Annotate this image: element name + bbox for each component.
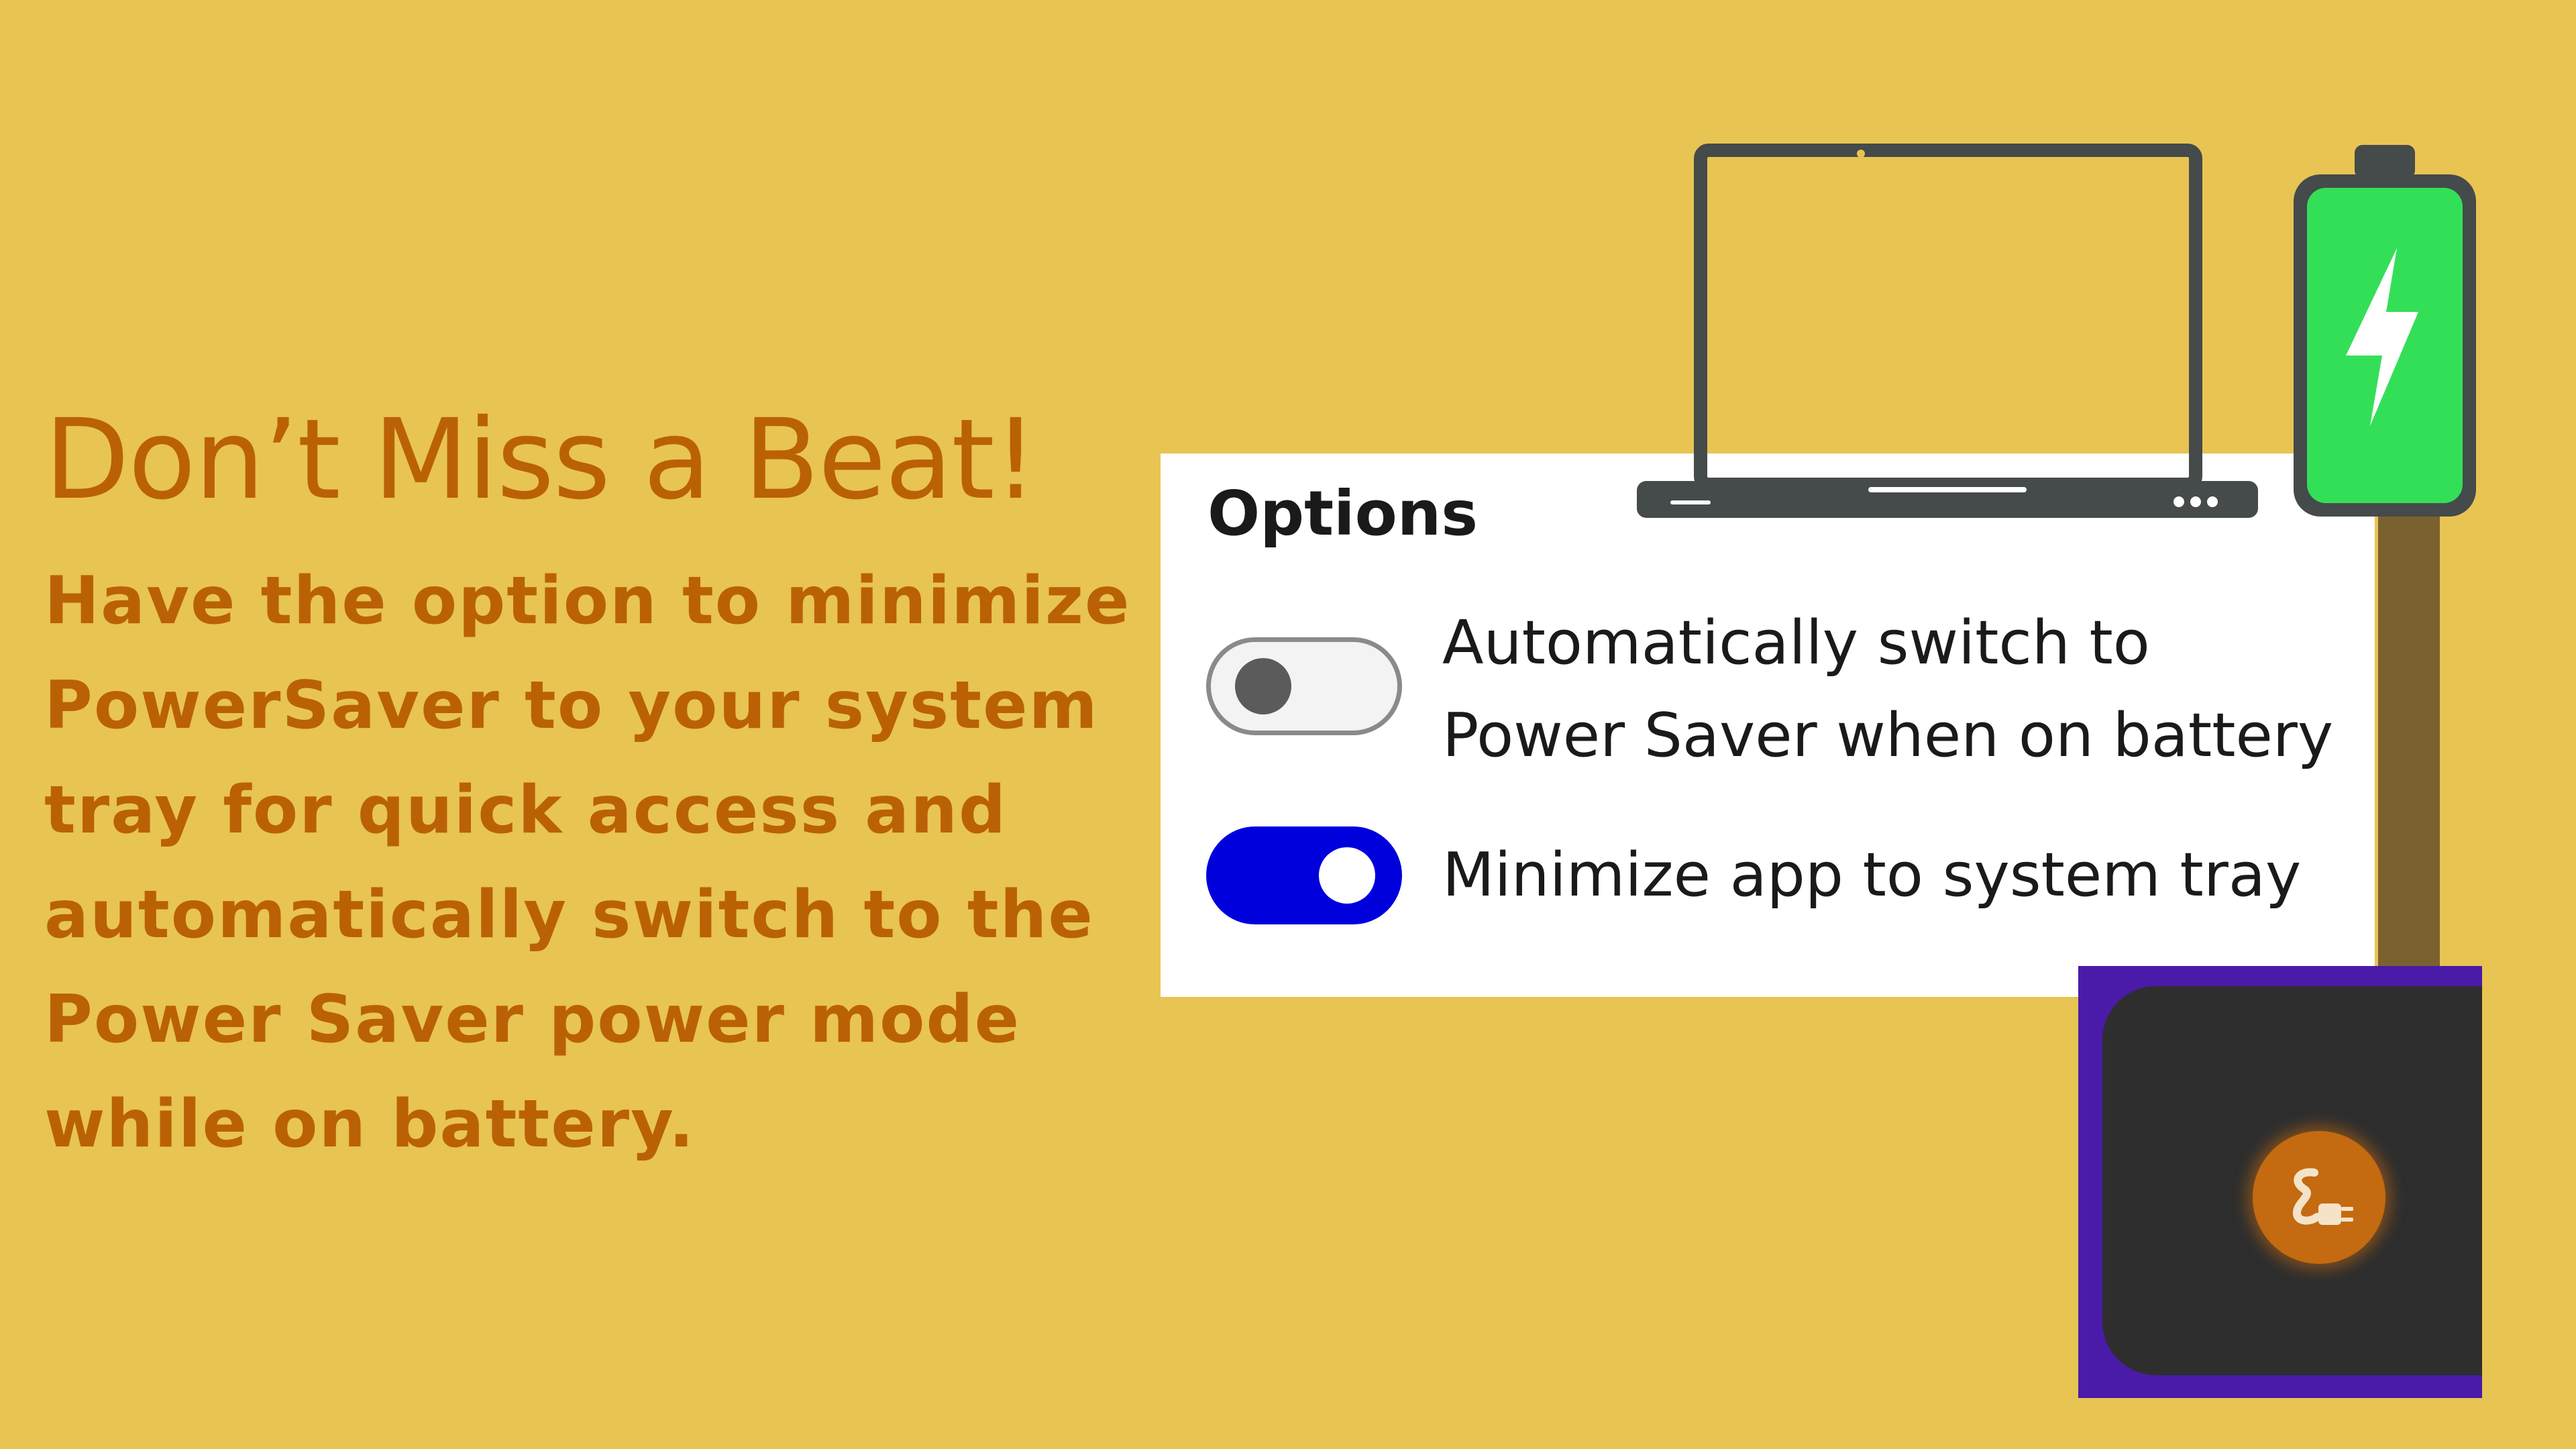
description-line: while on battery. [44, 1086, 696, 1163]
options-title: Options [1208, 478, 1479, 549]
description-line: tray for quick access and [44, 772, 1008, 849]
description-line: automatically switch to the [44, 877, 1094, 953]
minimize-tray-toggle[interactable] [1206, 826, 1402, 924]
laptop-icon [1637, 144, 2258, 518]
description-line: Have the option to minimize [44, 563, 1131, 639]
minimize-tray-label: Minimize app to system tray [1442, 840, 2302, 910]
options-panel: Options Automatically switch to Power Sa… [1161, 453, 2375, 997]
power-plug-icon[interactable] [2253, 1131, 2385, 1264]
auto-switch-label-line: Automatically switch to [1442, 608, 2150, 678]
tray-background [2102, 986, 2482, 1375]
battery-cable [2378, 510, 2440, 979]
description: Have the option to minimize PowerSaver t… [44, 549, 1131, 1177]
toggle-knob [1235, 658, 1291, 714]
auto-switch-label-line: Power Saver when on battery [1442, 700, 2334, 771]
auto-switch-label: Automatically switch to Power Saver when… [1442, 597, 2333, 782]
toggle-knob [1319, 847, 1375, 904]
headline: Don’t Miss a Beat! [44, 395, 1038, 524]
system-tray-panel [2078, 966, 2482, 1398]
auto-switch-toggle[interactable] [1206, 637, 1402, 735]
battery-charging-icon [2294, 145, 2476, 517]
description-line: Power Saver power mode [44, 981, 1021, 1058]
description-line: PowerSaver to your system [44, 667, 1099, 744]
